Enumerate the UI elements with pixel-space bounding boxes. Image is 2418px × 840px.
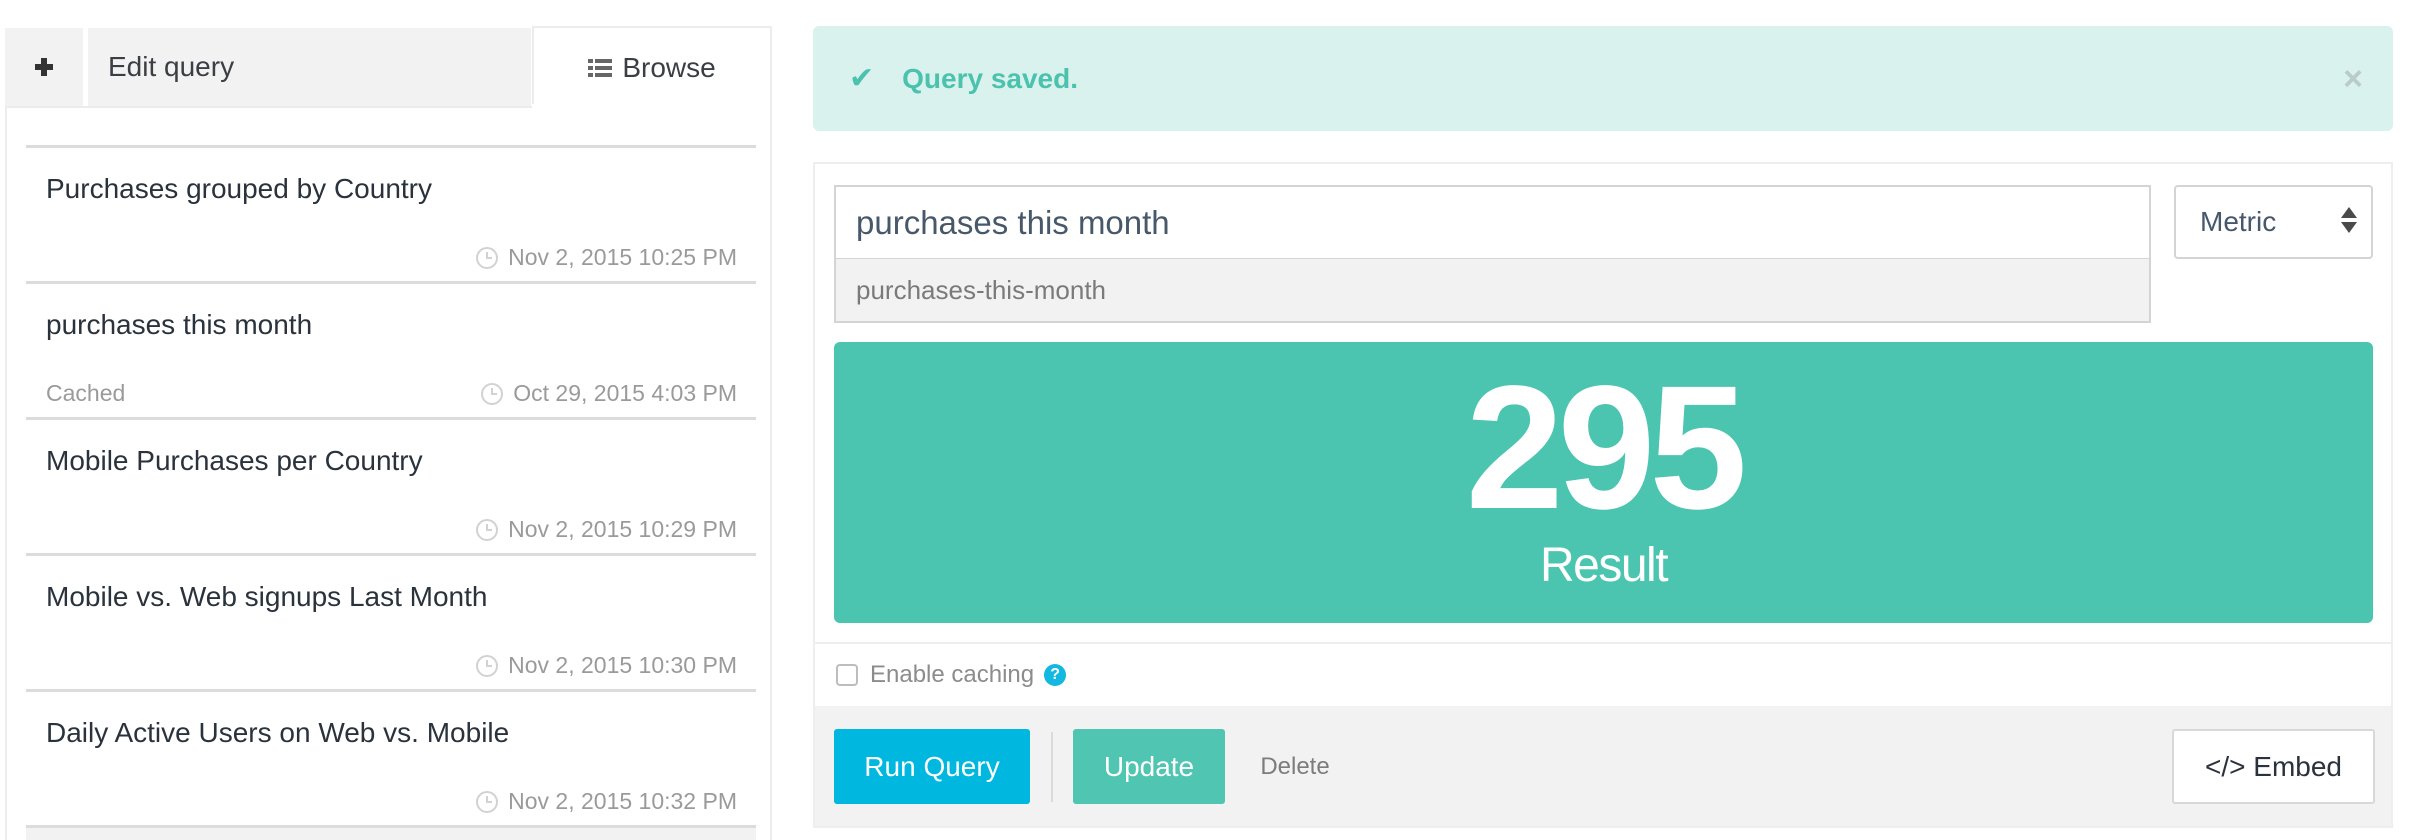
select-arrows-icon (2341, 207, 2357, 233)
visualization-select-value: Metric (2200, 206, 2277, 237)
list-item[interactable]: Mobile Purchases per Country Nov 2, 2015… (26, 420, 756, 553)
list-item[interactable]: Mobile vs. Web signups Last Month Nov 2,… (26, 556, 756, 689)
success-alert: ✔ Query saved. × (813, 26, 2393, 131)
delete-button[interactable]: Delete (1245, 729, 1345, 804)
clock-icon (476, 790, 499, 813)
query-date-text: Nov 2, 2015 10:25 PM (508, 244, 737, 270)
button-divider (1051, 732, 1053, 802)
tab-edit-query[interactable]: Edit query (88, 28, 531, 106)
query-browser-panel: Edit query Browse Purchases grouped by C… (5, 26, 772, 840)
alert-message: Query saved. (902, 62, 1079, 94)
enable-caching-label[interactable]: Enable caching (870, 661, 1034, 689)
list-item[interactable]: Purchases grouped by Country Nov 2, 2015… (26, 148, 756, 281)
query-date-text: Nov 2, 2015 10:32 PM (508, 788, 737, 814)
tab-browse-label: Browse (622, 52, 716, 83)
query-title: Purchases grouped by Country (46, 173, 432, 204)
query-date: Oct 29, 2015 4:03 PM (481, 380, 737, 407)
run-query-button[interactable]: Run Query (834, 729, 1030, 804)
query-title: Mobile vs. Web signups Last Month (46, 581, 488, 612)
query-title: Daily Active Users on Web vs. Mobile (46, 717, 510, 748)
saved-queries-list: Purchases grouped by Country Nov 2, 2015… (26, 145, 756, 840)
enable-caching-checkbox[interactable] (836, 664, 858, 686)
query-date: Nov 2, 2015 10:32 PM (476, 788, 737, 815)
query-date-text: Nov 2, 2015 10:30 PM (508, 652, 737, 678)
clock-icon (481, 382, 504, 405)
panel-tabs: Edit query Browse (5, 26, 772, 108)
tab-new-query[interactable] (5, 28, 83, 106)
query-date-text: Nov 2, 2015 10:29 PM (508, 516, 737, 542)
update-button[interactable]: Update (1073, 729, 1225, 804)
metric-label: Result (1539, 539, 1669, 592)
query-title: Mobile Purchases per Country (46, 445, 423, 476)
list-icon (588, 59, 613, 77)
query-date: Nov 2, 2015 10:30 PM (476, 652, 737, 679)
query-date-text: Oct 29, 2015 4:03 PM (513, 380, 737, 406)
query-slug: purchases-this-month (834, 259, 2151, 323)
clock-icon (476, 518, 499, 541)
list-item[interactable]: purchases this month Cached Oct 29, 2015… (26, 284, 756, 417)
query-actions-bar: Run Query Update Delete </> Embed (815, 706, 2391, 826)
cached-label: Cached (46, 380, 126, 406)
saved-queries-list-container: Purchases grouped by Country Nov 2, 2015… (5, 104, 772, 840)
embed-button[interactable]: </> Embed (2172, 729, 2375, 804)
caching-row: Enable caching ? (815, 642, 2391, 706)
clock-icon (476, 654, 499, 677)
query-card: purchases-this-month Metric 295 Result E… (813, 162, 2393, 828)
query-name-input[interactable] (834, 185, 2151, 259)
plus-icon (35, 58, 53, 76)
close-icon[interactable]: × (2343, 62, 2363, 96)
tab-browse[interactable]: Browse (532, 26, 772, 108)
metric-value: 295 (1465, 350, 1748, 546)
query-date: Nov 2, 2015 10:29 PM (476, 516, 737, 543)
list-item[interactable]: Daily Active Users on Web vs. Mobile Nov… (26, 692, 756, 825)
visualization-select[interactable]: Metric (2174, 185, 2373, 259)
list-more-item[interactable] (26, 828, 756, 840)
metric-result: 295 Result (834, 342, 2373, 623)
clock-icon (476, 246, 499, 269)
query-date: Nov 2, 2015 10:25 PM (476, 244, 737, 271)
tab-edit-query-label: Edit query (108, 51, 235, 82)
check-icon: ✔ (849, 62, 875, 95)
query-title: purchases this month (46, 309, 313, 340)
help-icon[interactable]: ? (1044, 664, 1067, 686)
